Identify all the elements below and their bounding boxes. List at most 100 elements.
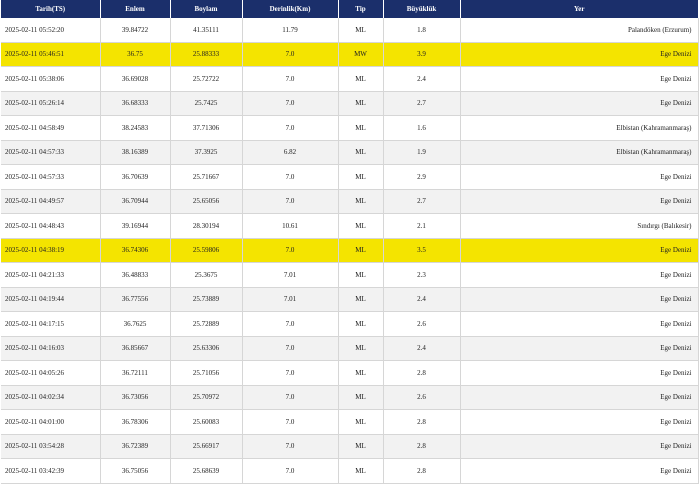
cell-magnitude: 1.9 — [383, 140, 461, 165]
cell-depth: 7.0 — [242, 311, 339, 337]
cell-type: ML — [338, 434, 384, 459]
cell-longitude: 25.3675 — [170, 262, 243, 288]
cell-latitude: 36.70639 — [100, 164, 171, 190]
cell-latitude: 36.75 — [100, 42, 171, 67]
cell-latitude: 36.72389 — [100, 434, 171, 459]
cell-depth: 7.0 — [242, 189, 339, 214]
cell-location: Sındırgı (Balıkesir) — [460, 213, 699, 239]
cell-date: 2025-02-11 05:46:51 — [1, 42, 101, 67]
column-header-type[interactable]: Tip — [338, 0, 384, 18]
table-row[interactable]: 2025-02-11 04:19:44 36.77556 25.73889 7.01 M… — [1, 287, 699, 312]
table-row[interactable]: 2025-02-11 04:49:57 36.70944 25.65056 7.0 ML… — [1, 189, 699, 214]
column-header-depth[interactable]: Derinlik(Km) — [242, 0, 339, 18]
cell-latitude: 36.68333 — [100, 91, 171, 116]
cell-magnitude: 2.4 — [383, 66, 461, 92]
cell-longitude: 25.66917 — [170, 434, 243, 459]
cell-location: Elbistan (Kahramanmaraş) — [460, 140, 699, 165]
column-header-location[interactable]: Yer — [460, 0, 698, 18]
table-row[interactable]: 2025-02-11 05:26:14 36.68333 25.7425 7.0 ML 2… — [1, 91, 699, 116]
cell-depth: 7.0 — [242, 66, 339, 92]
cell-date: 2025-02-11 04:01:00 — [1, 409, 101, 435]
table-row[interactable]: 2025-02-11 04:48:43 39.16944 28.30194 10.61… — [1, 213, 699, 239]
cell-latitude: 36.73056 — [100, 385, 171, 410]
cell-date: 2025-02-11 04:02:34 — [1, 385, 101, 410]
table-row[interactable]: 2025-02-11 05:46:51 36.75 25.88333 7.0 MW 3.9… — [1, 42, 699, 67]
table-row[interactable]: 2025-02-11 04:58:49 38.24583 37.71306 7.0 ML… — [1, 115, 699, 141]
cell-longitude: 25.73889 — [170, 287, 243, 312]
column-header-date[interactable]: Tarih(TS) — [1, 0, 101, 18]
cell-magnitude: 2.8 — [383, 360, 461, 386]
cell-type: ML — [338, 238, 384, 263]
cell-depth: 7.0 — [242, 91, 339, 116]
cell-magnitude: 1.6 — [383, 115, 461, 141]
cell-location: Ege Denizi — [460, 91, 699, 116]
column-header-longitude[interactable]: Boylam — [170, 0, 243, 18]
cell-date: 2025-02-11 04:58:49 — [1, 115, 101, 141]
table-body: 2025-02-11 05:52:20 39.84722 41.35111 11.79… — [1, 18, 699, 484]
table-row[interactable]: 2025-02-11 04:05:26 36.72111 25.71056 7.0 ML… — [1, 360, 699, 386]
cell-type: ML — [338, 189, 384, 214]
cell-longitude: 37.3925 — [170, 140, 243, 165]
cell-latitude: 38.24583 — [100, 115, 171, 141]
cell-latitude: 36.69028 — [100, 66, 171, 92]
cell-location: Ege Denizi — [460, 458, 699, 484]
cell-longitude: 25.70972 — [170, 385, 243, 410]
cell-latitude: 36.74306 — [100, 238, 171, 263]
table-row[interactable]: 2025-02-11 04:16:03 36.85667 25.63306 7.0 ML… — [1, 336, 699, 361]
cell-magnitude: 2.4 — [383, 287, 461, 312]
cell-type: MW — [338, 42, 384, 67]
cell-longitude: 28.30194 — [170, 213, 243, 239]
cell-magnitude: 2.6 — [383, 385, 461, 410]
cell-magnitude: 2.9 — [383, 164, 461, 190]
cell-longitude: 25.71667 — [170, 164, 243, 190]
cell-depth: 7.0 — [242, 115, 339, 141]
table-row[interactable]: 2025-02-11 04:38:19 36.74306 25.59806 7.0 ML… — [1, 238, 699, 263]
cell-type: ML — [338, 213, 384, 239]
table-row[interactable]: 2025-02-11 03:42:39 36.75056 25.68639 7.0 ML… — [1, 458, 699, 484]
cell-latitude: 39.16944 — [100, 213, 171, 239]
cell-date: 2025-02-11 04:17:15 — [1, 311, 101, 337]
table-header-row: Tarih(TS) Enlem Boylam Derinlik(Km) Tip … — [1, 0, 698, 18]
table-row[interactable]: 2025-02-11 04:02:34 36.73056 25.70972 7.0 ML… — [1, 385, 699, 410]
cell-magnitude: 2.8 — [383, 409, 461, 435]
cell-location: Ege Denizi — [460, 385, 699, 410]
cell-date: 2025-02-11 05:52:20 — [1, 18, 101, 43]
cell-date: 2025-02-11 04:21:33 — [1, 262, 101, 288]
cell-magnitude: 3.9 — [383, 42, 461, 67]
cell-type: ML — [338, 18, 384, 43]
cell-depth: 7.0 — [242, 409, 339, 435]
cell-depth: 7.01 — [242, 262, 339, 288]
cell-longitude: 41.35111 — [170, 18, 243, 43]
cell-depth: 7.0 — [242, 458, 339, 484]
cell-longitude: 25.68639 — [170, 458, 243, 484]
cell-latitude: 38.16389 — [100, 140, 171, 165]
table-row[interactable]: 2025-02-11 04:01:00 36.78306 25.60083 7.0 ML… — [1, 409, 699, 435]
cell-location: Ege Denizi — [460, 238, 699, 263]
table-row[interactable]: 2025-02-11 04:57:33 36.70639 25.71667 7.0 ML… — [1, 164, 699, 190]
cell-longitude: 25.65056 — [170, 189, 243, 214]
cell-date: 2025-02-11 05:38:06 — [1, 66, 101, 92]
cell-latitude: 36.70944 — [100, 189, 171, 214]
cell-depth: 7.0 — [242, 42, 339, 67]
cell-magnitude: 2.3 — [383, 262, 461, 288]
cell-latitude: 36.48833 — [100, 262, 171, 288]
table-row[interactable]: 2025-02-11 05:38:06 36.69028 25.72722 7.0 ML… — [1, 66, 699, 92]
column-header-magnitude[interactable]: Büyüklük — [383, 0, 461, 18]
cell-depth: 7.0 — [242, 336, 339, 361]
cell-location: Ege Denizi — [460, 360, 699, 386]
table-row[interactable]: 2025-02-11 04:57:33 38.16389 37.3925 6.82 ML… — [1, 140, 699, 165]
table-row[interactable]: 2025-02-11 04:17:15 36.7625 25.72889 7.0 ML 2… — [1, 311, 699, 337]
table-row[interactable]: 2025-02-11 03:54:28 36.72389 25.66917 7.0 ML… — [1, 434, 699, 459]
cell-depth: 10.61 — [242, 213, 339, 239]
column-header-latitude[interactable]: Enlem — [100, 0, 171, 18]
cell-longitude: 25.71056 — [170, 360, 243, 386]
table-row[interactable]: 2025-02-11 04:21:33 36.48833 25.3675 7.01 ML… — [1, 262, 699, 288]
cell-location: Ege Denizi — [460, 262, 699, 288]
cell-type: ML — [338, 287, 384, 312]
cell-depth: 7.0 — [242, 164, 339, 190]
cell-longitude: 25.72889 — [170, 311, 243, 337]
table-row[interactable]: 2025-02-11 05:52:20 39.84722 41.35111 11.79… — [1, 18, 699, 43]
cell-type: ML — [338, 262, 384, 288]
cell-longitude: 37.71306 — [170, 115, 243, 141]
cell-type: ML — [338, 140, 384, 165]
